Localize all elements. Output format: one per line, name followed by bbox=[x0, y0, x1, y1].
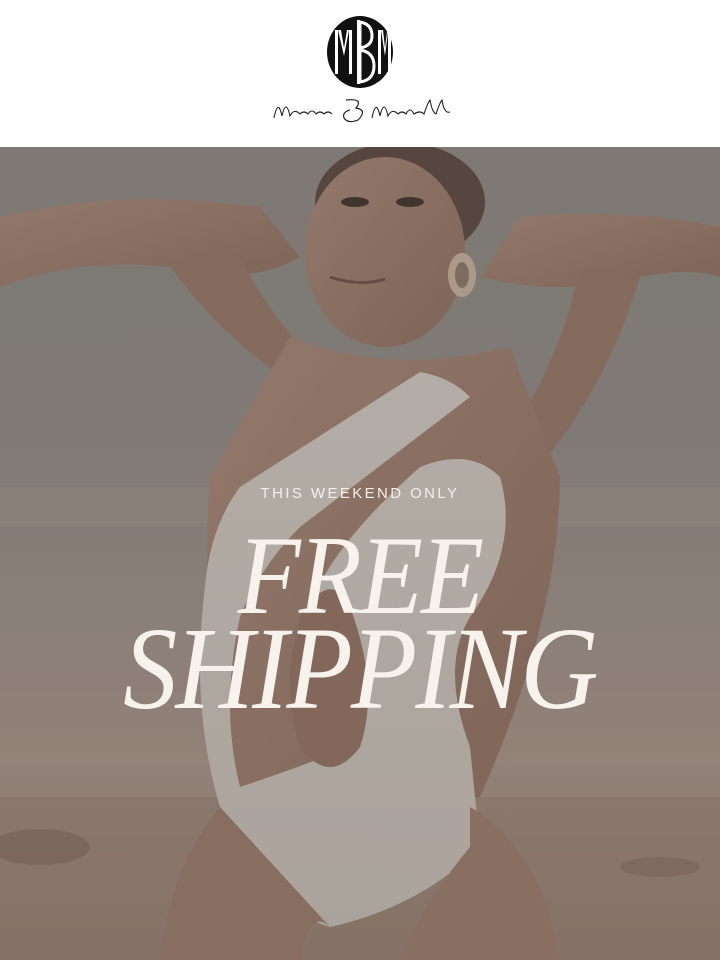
headline-shipping: SHIPPING bbox=[123, 603, 599, 734]
mbm-monogram-logo[interactable] bbox=[322, 14, 398, 90]
email-header bbox=[0, 0, 720, 147]
promo-eyebrow: THIS WEEKEND ONLY bbox=[260, 485, 460, 502]
marcia-b-maxwell-signature bbox=[273, 98, 451, 123]
hero-banner[interactable]: THIS WEEKEND ONLY FREE SHIPPING bbox=[0, 147, 720, 960]
